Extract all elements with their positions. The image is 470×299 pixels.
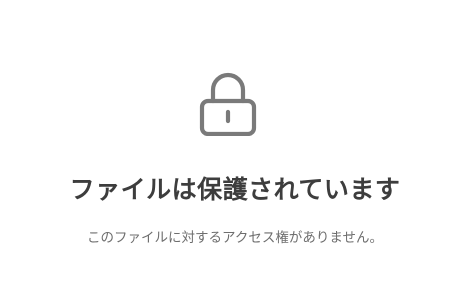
- protected-file-screen: ファイルは保護されています このファイルに対するアクセス権がありません。: [0, 0, 470, 299]
- lock-icon: [198, 70, 258, 136]
- protected-title: ファイルは保護されています: [69, 175, 401, 204]
- access-denied-message: このファイルに対するアクセス権がありません。: [87, 230, 383, 246]
